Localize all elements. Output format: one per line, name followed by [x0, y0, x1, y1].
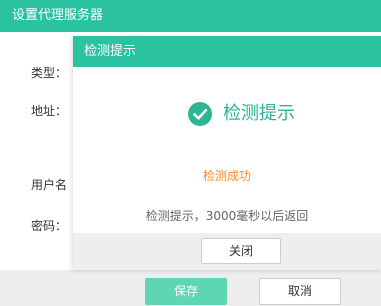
test-dialog-title-text: 检测提示 — [84, 44, 137, 59]
test-result-dialog: 检测提示 检测提示 检测成功 检测提示，3000毫秒以后返回 关闭 — [73, 36, 381, 270]
check-circle-icon — [188, 102, 212, 126]
test-result-text: 检测成功 — [202, 169, 251, 183]
type-label: 类型： — [31, 66, 68, 80]
proxy-settings-title: 设置代理服务器 — [0, 0, 381, 32]
password-label: 密码： — [31, 219, 68, 233]
status-heading: 检测提示 — [223, 103, 295, 124]
save-button[interactable]: 保存 — [145, 278, 227, 305]
address-label: 地址： — [31, 104, 68, 118]
close-button[interactable]: 关闭 — [201, 238, 281, 264]
proxy-settings-title-text: 设置代理服务器 — [12, 8, 104, 23]
test-dialog-title: 检测提示 — [73, 36, 381, 67]
cancel-button[interactable]: 取消 — [259, 278, 341, 305]
countdown-info-text: 检测提示，3000毫秒以后返回 — [145, 209, 309, 223]
username-label: 用户名 — [31, 178, 68, 192]
